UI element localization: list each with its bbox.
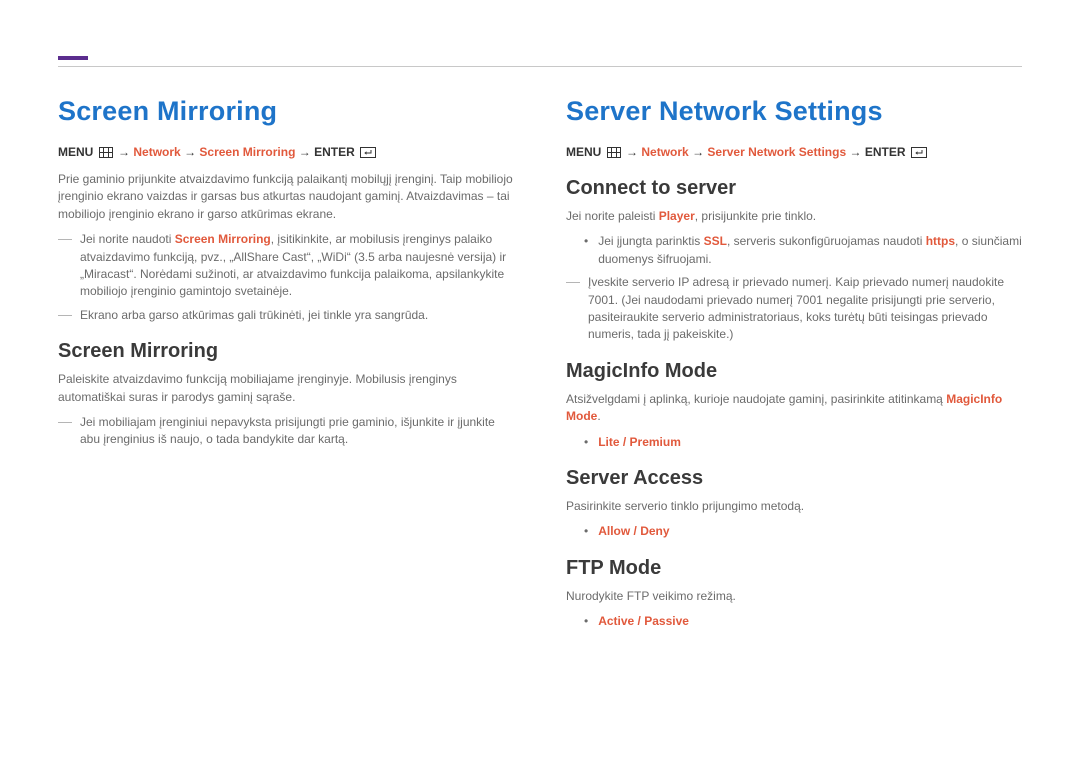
option-value: Lite / Premium	[598, 434, 1022, 451]
ftp-p: Nurodykite FTP veikimo režimą.	[566, 588, 1022, 605]
ftp-opt: Active / Passive	[566, 613, 1022, 630]
text: Jei norite naudoti	[80, 232, 175, 246]
left-menu-path: MENU → Network → Screen Mirroring → ENTE…	[58, 145, 514, 161]
magic-p: Atsižvelgdami į aplinką, kurioje naudoja…	[566, 391, 1022, 426]
access-p: Pasirinkite serverio tinklo prijungimo m…	[566, 498, 1022, 515]
left-title: Screen Mirroring	[58, 96, 514, 127]
right-menu-path: MENU → Network → Server Network Settings…	[566, 145, 1022, 161]
access-opt: Allow / Deny	[566, 523, 1022, 540]
option-value: Active / Passive	[598, 613, 1022, 630]
right-title: Server Network Settings	[566, 96, 1022, 127]
text: Jei mobiliajam įrenginiui nepavyksta pri…	[80, 414, 514, 449]
menu-grid-icon	[99, 147, 113, 161]
menu-grid-icon	[607, 147, 621, 161]
left-intro: Prie gaminio prijunkite atvaizdavimo fun…	[58, 171, 514, 223]
left-subhead: Screen Mirroring	[58, 340, 514, 363]
magic-opt: Lite / Premium	[566, 434, 1022, 451]
enter-label: ENTER	[865, 145, 906, 159]
arrow-icon: →	[692, 145, 704, 159]
left-column: Screen Mirroring MENU → Network → Screen…	[58, 96, 514, 636]
access-head: Server Access	[566, 467, 1022, 490]
emphasis: https	[926, 234, 955, 248]
text: Ekrano arba garso atkūrimas gali trūkinė…	[80, 307, 514, 324]
path-network: Network	[133, 145, 180, 159]
ftp-head: FTP Mode	[566, 557, 1022, 580]
emphasis: Screen Mirroring	[175, 232, 271, 246]
text: Įveskite serverio IP adresą ir prievado …	[588, 274, 1022, 344]
connect-bullet: Jei įjungta parinktis SSL, serveris suko…	[566, 233, 1022, 268]
text: .	[597, 409, 600, 423]
text: , prisijunkite prie tinklo.	[695, 209, 816, 223]
text: Jei norite paleisti	[566, 209, 659, 223]
emphasis: SSL	[704, 234, 727, 248]
option-value: Allow / Deny	[598, 523, 1022, 540]
path-item: Server Network Settings	[707, 145, 846, 159]
arrow-icon: →	[849, 145, 861, 159]
arrow-icon: →	[118, 145, 130, 159]
connect-note: Įveskite serverio IP adresą ir prievado …	[566, 274, 1022, 344]
menu-label: MENU	[58, 145, 93, 159]
menu-label: MENU	[566, 145, 601, 159]
emphasis: Player	[659, 209, 695, 223]
connect-p: Jei norite paleisti Player, prisijunkite…	[566, 208, 1022, 225]
page: Screen Mirroring MENU → Network → Screen…	[0, 0, 1080, 763]
path-item: Screen Mirroring	[199, 145, 295, 159]
enter-label: ENTER	[314, 145, 355, 159]
text: Atsižvelgdami į aplinką, kurioje naudoja…	[566, 392, 946, 406]
enter-icon	[360, 147, 376, 161]
magic-head: MagicInfo Mode	[566, 360, 1022, 383]
left-note-1: Jei norite naudoti Screen Mirroring, įsi…	[58, 231, 514, 301]
text: , serveris sukonfigūruojamas naudoti	[727, 234, 926, 248]
left-note-3: Jei mobiliajam įrenginiui nepavyksta pri…	[58, 414, 514, 449]
content-columns: Screen Mirroring MENU → Network → Screen…	[58, 56, 1022, 636]
right-column: Server Network Settings MENU → Network →…	[566, 96, 1022, 636]
left-p2: Paleiskite atvaizdavimo funkciją mobilia…	[58, 371, 514, 406]
text: Jei įjungta parinktis	[598, 234, 703, 248]
connect-head: Connect to server	[566, 177, 1022, 200]
arrow-icon: →	[299, 145, 311, 159]
arrow-icon: →	[184, 145, 196, 159]
enter-icon	[911, 147, 927, 161]
arrow-icon: →	[626, 145, 638, 159]
path-network: Network	[641, 145, 688, 159]
left-note-2: Ekrano arba garso atkūrimas gali trūkinė…	[58, 307, 514, 324]
